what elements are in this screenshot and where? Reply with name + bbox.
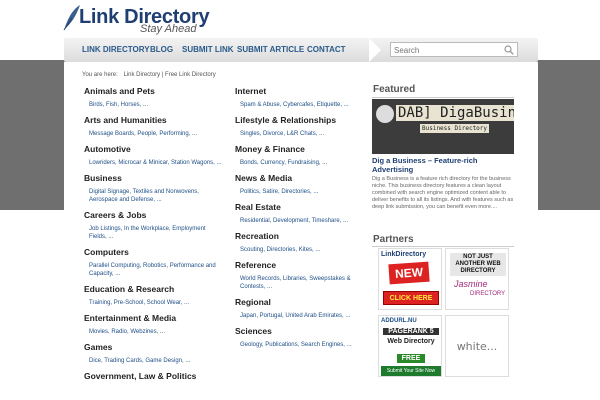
free-badge: FREE <box>397 354 425 363</box>
subcategory-links[interactable]: Spam & Abuse, Cybercafes, Etiquette, ... <box>235 101 355 109</box>
category-title[interactable]: Business <box>84 173 224 184</box>
category-title[interactable]: Regional <box>235 297 355 308</box>
breadcrumb-path[interactable]: Link Directory | Free Link Directory <box>123 72 215 78</box>
partner-logo-text: ADDURL.NU <box>381 318 417 324</box>
subcategory-links[interactable]: World Records, Libraries, Sweepstakes & … <box>235 275 355 291</box>
featured-description: Dig a Business is a feature rich directo… <box>372 176 514 210</box>
category-item: Entertainment & Media Movies, Radio, Web… <box>84 313 224 336</box>
category-title[interactable]: Lifestyle & Relationships <box>235 115 355 126</box>
partner-logo-sub: DIRECTORY <box>470 291 506 297</box>
category-item: Reference World Records, Libraries, Swee… <box>235 260 355 291</box>
subcategory-links[interactable]: Lowriders, Microcar & Minicar, Station W… <box>84 159 224 167</box>
category-title[interactable]: Computers <box>84 247 224 258</box>
category-title[interactable]: Recreation <box>235 231 355 242</box>
category-item: Money & Finance Bonds, Currency, Fundrai… <box>235 144 355 167</box>
category-title[interactable]: News & Media <box>235 173 355 184</box>
category-item: Business Digital Signage, Textiles and N… <box>84 173 224 204</box>
breadcrumb: You are here: Link Directory | Free Link… <box>82 72 220 78</box>
category-item: Animals and Pets Birds, Fish, Horses, ..… <box>84 86 224 109</box>
subcategory-links[interactable]: Geology, Publications, Search Engines, .… <box>235 341 355 349</box>
category-item: Regional Japan, Portugal, United Arab Em… <box>235 297 355 320</box>
submit-site-button[interactable]: Submit Your Site Now <box>381 366 441 376</box>
partner-banner-addurl[interactable]: ADDURL.NU PAGERANK 5 Web Directory FREE … <box>378 315 442 377</box>
category-title[interactable]: Reference <box>235 260 355 271</box>
category-item: Computers Parallel Computing, Robotics, … <box>84 247 224 278</box>
nav-submit-link[interactable]: SUBMIT LINK <box>182 45 234 54</box>
featured-divider <box>372 97 514 98</box>
partner-logo-text: LinkDirectory <box>381 251 427 258</box>
click-here-button[interactable]: CLICK HERE <box>383 291 439 305</box>
category-item: News & Media Politics, Satire, Directori… <box>235 173 355 196</box>
partner-logo-text: Jasmine <box>454 279 488 289</box>
category-item: Recreation Scouting, Directories, Kites,… <box>235 231 355 254</box>
subcategory-links[interactable]: Scouting, Directories, Kites, ... <box>235 246 355 254</box>
category-item: Games Dice, Trading Cards, Game Design, … <box>84 342 224 365</box>
partner-banner-linkdirectory[interactable]: LinkDirectory NEW CLICK HERE <box>378 248 442 310</box>
nav-link-directory[interactable]: LINK DIRECTORY <box>82 45 150 54</box>
featured-image-subtitle: Business Directory <box>420 124 490 133</box>
subcategory-links[interactable]: Digital Signage, Textiles and Nonwovens,… <box>84 188 224 204</box>
category-item: Sciences Geology, Publications, Search E… <box>235 326 355 349</box>
subcategory-links[interactable]: Message Boards, People, Performing, ... <box>84 130 224 138</box>
category-column-left: Animals and Pets Birds, Fish, Horses, ..… <box>84 86 224 388</box>
category-title[interactable]: Real Estate <box>235 202 355 213</box>
category-title[interactable]: Education & Research <box>84 284 224 295</box>
partners-heading: Partners <box>373 234 414 245</box>
partner-tagline: NOT JUST ANOTHER WEB DIRECTORY <box>450 253 506 276</box>
nav-submit-article[interactable]: SUBMIT ARTICLE <box>237 45 304 54</box>
featured-image[interactable]: DAB] DigaBusiness.com Business Directory <box>372 99 514 154</box>
subcategory-links[interactable]: Japan, Portugal, United Arab Emirates, .… <box>235 312 355 320</box>
category-title[interactable]: Animals and Pets <box>84 86 224 97</box>
site-header: Link Directory Stay Ahead <box>0 0 600 38</box>
category-item: Government, Law & Politics <box>84 371 224 382</box>
partner-logo-text: white... <box>456 339 498 353</box>
subcategory-links[interactable]: Dice, Trading Cards, Game Design, ... <box>84 357 224 365</box>
nav-blog[interactable]: BLOG <box>150 45 173 54</box>
logo-tagline: Stay Ahead <box>140 23 197 35</box>
category-title[interactable]: Automotive <box>84 144 224 155</box>
subcategory-links[interactable]: Singles, Divorce, L&R Chats, ... <box>235 130 355 138</box>
category-item: Lifestyle & Relationships Singles, Divor… <box>235 115 355 138</box>
category-column-right: Internet Spam & Abuse, Cybercafes, Etiqu… <box>235 86 355 355</box>
category-title[interactable]: Government, Law & Politics <box>84 371 224 382</box>
search-input[interactable] <box>394 45 499 55</box>
site-logo[interactable]: Link Directory Stay Ahead <box>62 4 210 36</box>
partner-banner-jasmine[interactable]: NOT JUST ANOTHER WEB DIRECTORY Jasmine D… <box>445 248 509 310</box>
category-item: Careers & Jobs Job Listings, In the Work… <box>84 210 224 241</box>
partners-divider <box>372 246 514 247</box>
category-item: Automotive Lowriders, Microcar & Minicar… <box>84 144 224 167</box>
new-badge: NEW <box>388 261 430 285</box>
subcategory-links[interactable]: Politics, Satire, Directories, ... <box>235 188 355 196</box>
breadcrumb-prefix: You are here: <box>82 72 118 78</box>
subcategory-links[interactable]: Movies, Radio, Webzines, ... <box>84 328 224 336</box>
category-title[interactable]: Money & Finance <box>235 144 355 155</box>
subcategory-links[interactable]: Residential, Development, Timeshare, ... <box>235 217 355 225</box>
subcategory-links[interactable]: Bonds, Currency, Fundraising, ... <box>235 159 355 167</box>
subcategory-links[interactable]: Birds, Fish, Horses, ... <box>84 101 224 109</box>
nav-contact[interactable]: CONTACT <box>307 45 346 54</box>
category-item: Real Estate Residential, Development, Ti… <box>235 202 355 225</box>
subcategory-links[interactable]: Job Listings, In the Workplace, Employme… <box>84 225 224 241</box>
category-title[interactable]: Arts and Humanities <box>84 115 224 126</box>
category-title[interactable]: Entertainment & Media <box>84 313 224 324</box>
category-item: Internet Spam & Abuse, Cybercafes, Etiqu… <box>235 86 355 109</box>
pagerank-label: PAGERANK 5 <box>383 328 439 335</box>
nav-arrow-divider <box>369 38 381 62</box>
subcategory-links[interactable]: Training, Pre-School, School Wear, ... <box>84 299 224 307</box>
partner-banner-white[interactable]: white... <box>445 315 509 377</box>
featured-stamp-icon <box>376 105 394 123</box>
category-title[interactable]: Games <box>84 342 224 353</box>
category-item: Education & Research Training, Pre-Schoo… <box>84 284 224 307</box>
category-title[interactable]: Sciences <box>235 326 355 337</box>
subcategory-links[interactable]: Parallel Computing, Robotics, Performanc… <box>84 262 224 278</box>
category-title[interactable]: Internet <box>235 86 355 97</box>
featured-image-title: DAB] DigaBusiness.com <box>396 105 514 121</box>
category-item: Arts and Humanities Message Boards, Peop… <box>84 115 224 138</box>
partner-title: Web Directory <box>387 338 435 345</box>
search-box <box>390 42 518 57</box>
featured-title[interactable]: Dig a Business – Feature-rich Advertisin… <box>372 156 514 174</box>
featured-heading: Featured <box>373 84 416 95</box>
search-icon[interactable] <box>504 45 514 55</box>
category-title[interactable]: Careers & Jobs <box>84 210 224 221</box>
